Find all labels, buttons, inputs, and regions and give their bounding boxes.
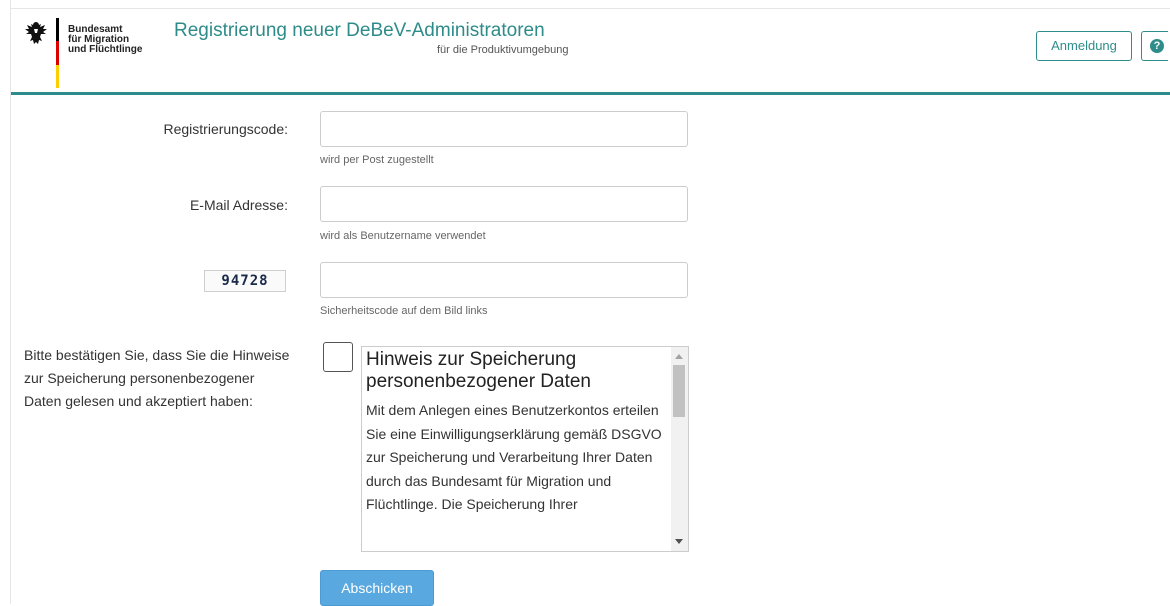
scroll-down-arrow-icon[interactable]	[675, 539, 683, 544]
organization-name: Bundesamt für Migration und Flüchtlinge	[68, 25, 142, 55]
submit-button[interactable]: Abschicken	[320, 570, 434, 606]
consent-checkbox[interactable]	[323, 342, 353, 372]
captcha-hint: Sicherheitscode auf dem Bild links	[320, 305, 488, 317]
help-button[interactable]: ?	[1141, 31, 1168, 61]
registration-code-hint: wird per Post zugestellt	[320, 154, 434, 166]
captcha-image: 94728	[204, 270, 286, 292]
registration-code-label: Registrierungscode:	[163, 121, 288, 137]
federal-eagle-icon	[25, 22, 47, 44]
login-button[interactable]: Anmeldung	[1036, 31, 1132, 61]
registration-code-input[interactable]	[320, 111, 688, 147]
privacy-notice-box[interactable]: Hinweis zur Speicherung personenbezogene…	[361, 346, 689, 552]
privacy-notice-content: Hinweis zur Speicherung personenbezogene…	[366, 349, 676, 517]
flag-black	[56, 18, 59, 42]
captcha-input[interactable]	[320, 262, 688, 298]
scroll-thumb[interactable]	[673, 365, 685, 417]
page-subtitle: für die Produktivumgebung	[437, 44, 569, 56]
notice-scrollbar[interactable]	[671, 347, 688, 551]
privacy-notice-heading: Hinweis zur Speicherung personenbezogene…	[366, 349, 592, 392]
email-hint: wird als Benutzername verwendet	[320, 230, 486, 242]
consent-label: Bitte bestätigen Sie, dass Sie die Hinwe…	[24, 347, 290, 409]
privacy-notice-body: Mit dem Anlegen eines Benutzerkontos ert…	[366, 402, 662, 512]
flag-gold	[56, 64, 59, 88]
header-divider	[11, 92, 1170, 95]
help-icon: ?	[1150, 39, 1164, 53]
email-label: E-Mail Adresse:	[189, 197, 288, 213]
flag-red	[56, 41, 59, 65]
org-line-3: und Flüchtlinge	[68, 44, 143, 55]
scroll-up-arrow-icon[interactable]	[675, 354, 683, 359]
email-input[interactable]	[320, 186, 688, 222]
german-flag-bar	[56, 18, 59, 88]
page-title: Registrierung neuer DeBeV-Administratore…	[174, 20, 545, 41]
